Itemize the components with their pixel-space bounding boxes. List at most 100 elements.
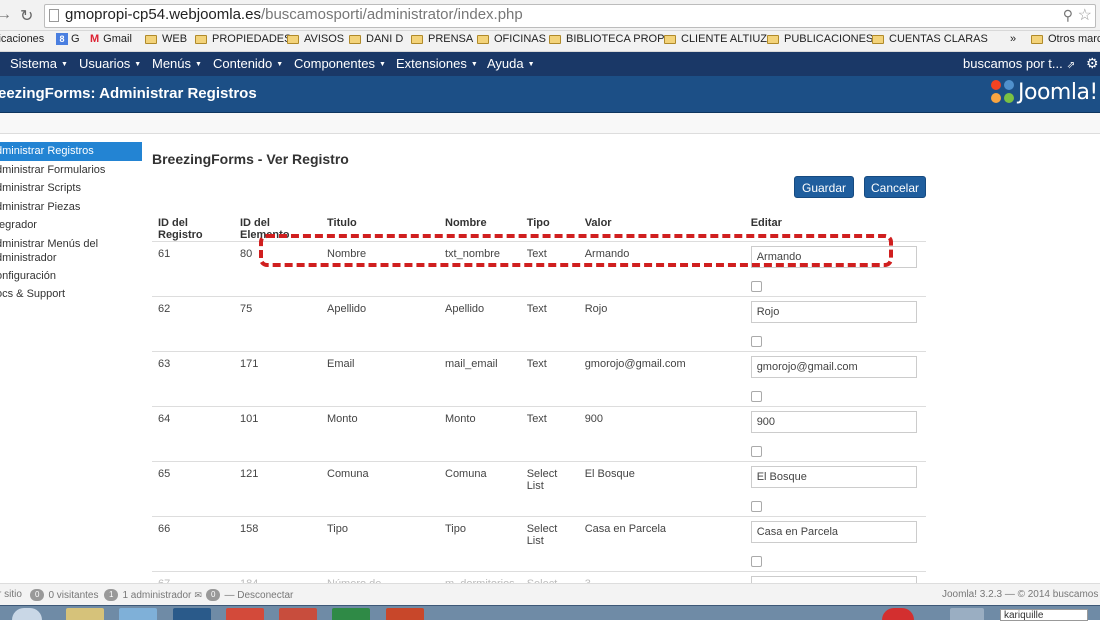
page-icon: [49, 9, 59, 22]
record-id-cell: 61: [152, 241, 234, 297]
sidebar-item-registros[interactable]: dministrar Registros: [0, 142, 142, 161]
joomla-logo: Joomla!: [990, 79, 1098, 105]
view-site-link[interactable]: r sitio: [0, 589, 22, 600]
bookmark-item[interactable]: 8G: [56, 33, 80, 45]
caret-down-icon: ▼: [527, 61, 535, 69]
table-row: 64 101 Monto Monto Text 900: [152, 406, 926, 462]
table-row: 62 75 Apellido Apellido Text Rojo: [152, 296, 926, 352]
app-icon[interactable]: [226, 608, 264, 620]
edit-value-input[interactable]: [750, 246, 917, 268]
table-row: 63 171 Email mail_email Text gmorojo@gmail.co…: [152, 351, 926, 407]
caret-down-icon: ▼: [60, 61, 68, 69]
bookmark-star-icon[interactable]: ☆: [1078, 5, 1092, 25]
bookmark-folder[interactable]: OFICINAS: [477, 33, 546, 45]
edit-value-input[interactable]: [750, 301, 917, 323]
browser-toolbar: → ↻ gmopropi-cp54.webjoomla.es/buscamosp…: [0, 0, 1100, 31]
start-button-icon[interactable]: [12, 608, 42, 620]
delete-checkbox[interactable]: [750, 501, 762, 512]
menu-extensiones[interactable]: Extensiones ▼: [396, 56, 478, 71]
edit-value-input[interactable]: [750, 466, 917, 488]
folder-icon: [287, 34, 299, 44]
explorer-icon[interactable]: [66, 608, 104, 620]
title-cell: Comuna: [321, 461, 439, 517]
bookmark-folder[interactable]: PUBLICACIONES: [767, 33, 873, 45]
other-bookmarks-folder[interactable]: Otros marc: [1031, 33, 1100, 45]
forward-icon[interactable]: →: [0, 6, 12, 24]
excel-icon[interactable]: [332, 608, 370, 620]
caret-down-icon: ▼: [195, 61, 202, 69]
edit-value-input[interactable]: [750, 356, 917, 378]
powerpoint-icon[interactable]: [386, 608, 424, 620]
gear-icon[interactable]: ⚙: [1086, 55, 1099, 72]
url-text[interactable]: gmopropi-cp54.webjoomla.es/buscamosporti…: [65, 6, 523, 23]
bookmarks-bar: licaciones 8G M Gmail WEB PROPIEDADES AVI…: [0, 31, 1100, 52]
sidebar-item-integrador[interactable]: tegrador: [0, 216, 142, 235]
menu-menus[interactable]: Menús ▼: [152, 56, 202, 71]
messages-status[interactable]: 0— Desconectar: [206, 589, 293, 601]
record-id-cell: 63: [152, 351, 234, 407]
site-link[interactable]: buscamos por t... ⇗: [963, 56, 1075, 71]
delete-checkbox[interactable]: [750, 336, 762, 347]
footer-copyright: Joomla! 3.2.3 — © 2014 buscamos po: [942, 589, 1100, 600]
edit-value-input[interactable]: [750, 411, 917, 433]
value-cell: gmorojo@gmail.com: [578, 351, 745, 407]
visitors-badge: 0: [30, 589, 45, 601]
tray-app-icon[interactable]: [882, 608, 914, 620]
column-header: Editar: [744, 213, 926, 242]
tray-icon[interactable]: [950, 608, 984, 620]
sidebar-item-scripts[interactable]: dministrar Scripts: [0, 179, 142, 198]
save-button[interactable]: Guardar: [794, 176, 854, 198]
element-id-cell: 101: [234, 406, 321, 462]
taskbar-search-input[interactable]: kariquille: [1000, 609, 1088, 621]
admins-status: 11 administrador ✉: [104, 589, 205, 601]
zoom-icon[interactable]: ⚲: [1063, 7, 1073, 24]
element-id-cell: 158: [234, 516, 321, 572]
more-bookmarks-icon[interactable]: »: [1010, 33, 1016, 45]
menu-usuarios[interactable]: Usuarios ▼: [79, 56, 141, 71]
delete-checkbox[interactable]: [750, 446, 762, 457]
menu-contenido[interactable]: Contenido ▼: [213, 56, 283, 71]
bookmark-folder[interactable]: AVISOS: [287, 33, 344, 45]
delete-checkbox[interactable]: [750, 391, 762, 402]
column-header: Titulo: [321, 213, 439, 242]
caret-down-icon: ▼: [276, 61, 284, 69]
table-row: 61 80 Nombre txt_nombre Text Armando: [152, 241, 926, 297]
caret-down-icon: ▼: [470, 61, 478, 69]
sidebar-item-menus[interactable]: dministrar Menús del dministrador: [0, 235, 142, 267]
cancel-button[interactable]: Cancelar: [864, 176, 926, 198]
app-icon[interactable]: [173, 608, 211, 620]
folder-icon: [549, 34, 561, 44]
address-bar[interactable]: gmopropi-cp54.webjoomla.es/buscamosporti…: [44, 4, 1096, 28]
name-cell: Comuna: [439, 461, 521, 517]
sidebar-item-docs[interactable]: ocs & Support: [0, 285, 142, 304]
bookmark-folder[interactable]: CLIENTE ALTIUZ: [664, 33, 767, 45]
internet-explorer-icon[interactable]: [119, 608, 157, 620]
bookmark-item[interactable]: licaciones: [0, 33, 44, 45]
delete-checkbox[interactable]: [750, 556, 762, 567]
delete-checkbox[interactable]: [750, 281, 762, 292]
sidebar-item-piezas[interactable]: dministrar Piezas: [0, 198, 142, 217]
chrome-icon[interactable]: [279, 608, 317, 620]
menu-sistema[interactable]: Sistema ▼: [10, 56, 68, 71]
edit-value-input[interactable]: [750, 521, 917, 543]
menu-ayuda[interactable]: Ayuda ▼: [487, 56, 535, 71]
bookmark-folder[interactable]: DANI D: [349, 33, 403, 45]
bookmark-folder[interactable]: WEB: [145, 33, 187, 45]
column-header: Valor: [578, 213, 745, 242]
type-cell: Select List: [520, 461, 579, 517]
caret-down-icon: ▼: [134, 61, 142, 69]
sidebar-item-configuracion[interactable]: onfiguración: [0, 267, 142, 286]
section-title: BreezingForms - Ver Registro: [152, 151, 349, 167]
bookmark-item[interactable]: M Gmail: [90, 33, 132, 45]
bookmark-folder[interactable]: PRENSA: [411, 33, 473, 45]
bookmark-folder[interactable]: CUENTAS CLARAS: [872, 33, 988, 45]
bookmark-folder[interactable]: PROPIEDADES: [195, 33, 291, 45]
record-id-cell: 66: [152, 516, 234, 572]
bookmark-folder[interactable]: BIBLIOTECA PROP.: [549, 33, 666, 45]
reload-icon[interactable]: ↻: [20, 6, 33, 26]
element-id-cell: 121: [234, 461, 321, 517]
menu-componentes[interactable]: Componentes ▼: [294, 56, 386, 71]
column-header: Tipo: [520, 213, 579, 242]
sidebar-item-formularios[interactable]: dministrar Formularios: [0, 161, 142, 180]
column-header: Nombre: [439, 213, 521, 242]
